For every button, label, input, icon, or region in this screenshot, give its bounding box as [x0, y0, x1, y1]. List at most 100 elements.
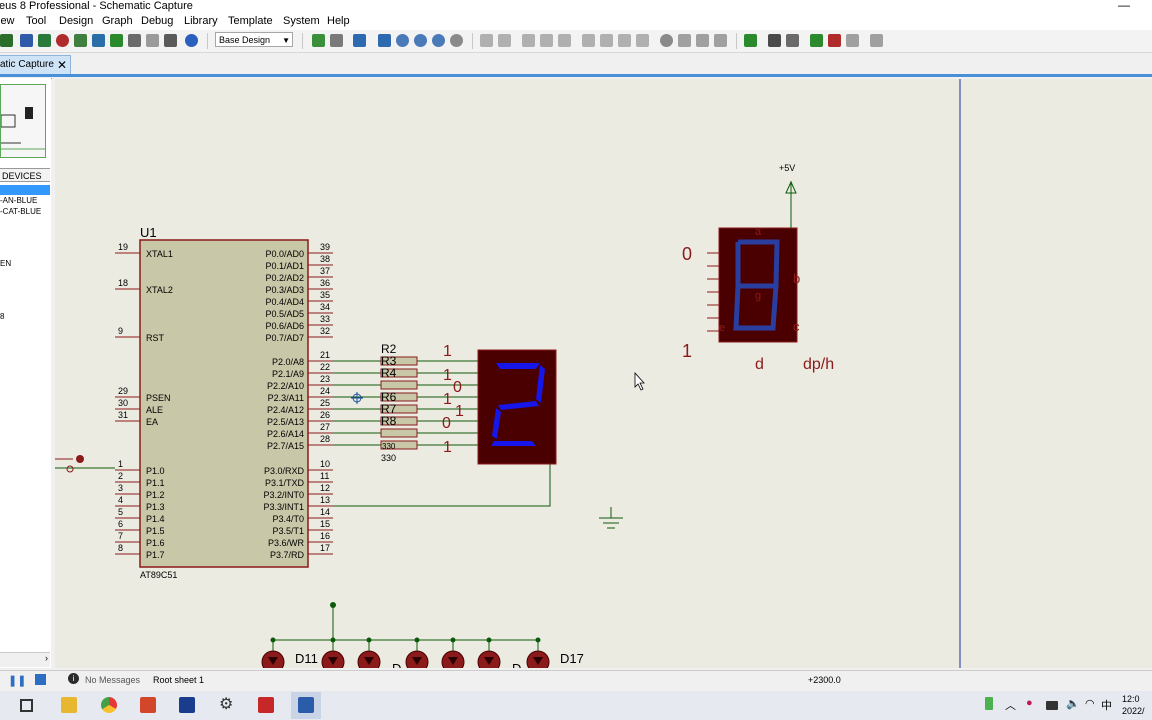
menu-system[interactable]: System — [283, 15, 320, 27]
block-delete-icon[interactable] — [636, 34, 649, 47]
u1-pin-name: P3.4/T0 — [272, 514, 304, 524]
chrome-icon[interactable] — [101, 697, 117, 713]
file-explorer-icon[interactable] — [61, 697, 77, 713]
zoom-area-icon[interactable] — [450, 34, 463, 47]
exit-to-parent-icon[interactable] — [846, 34, 859, 47]
menu-debug[interactable]: Debug — [141, 15, 173, 27]
junction-dot — [330, 637, 336, 643]
3d-icon[interactable] — [92, 34, 105, 47]
grid-icon[interactable] — [330, 34, 343, 47]
menu-graph[interactable]: Graph — [102, 15, 133, 27]
logic-probe[interactable] — [76, 455, 84, 463]
block-copy-icon[interactable] — [582, 34, 595, 47]
search-icon[interactable] — [768, 34, 781, 47]
device-item[interactable]: -AN-BLUE — [0, 196, 37, 205]
task-view-icon[interactable] — [20, 699, 33, 712]
schematic-icon[interactable] — [38, 34, 51, 47]
volume-icon[interactable]: 🔈 — [1066, 697, 1082, 713]
open-icon[interactable] — [0, 34, 13, 47]
tray-battery-icon[interactable] — [1046, 701, 1058, 710]
u1-pin-number: 28 — [320, 434, 330, 444]
gerber-icon[interactable] — [110, 34, 123, 47]
sheet-status[interactable]: Root sheet 1 — [153, 675, 204, 685]
schematic-drawing: U1 AT89C51 19XTAL118XTAL29RST29PSEN30ALE… — [55, 79, 961, 668]
design-combo[interactable]: Base Design ▼ — [215, 32, 293, 47]
logic-state-small: 0 — [682, 244, 692, 264]
block-rotate-icon[interactable] — [618, 34, 631, 47]
netlist-icon[interactable] — [870, 34, 883, 47]
u1-pin-name: P0.5/AD5 — [265, 309, 304, 319]
settings-icon[interactable]: ⚙ — [219, 697, 235, 713]
overview-window[interactable] — [0, 84, 46, 158]
wire-autorouter-icon[interactable] — [744, 34, 757, 47]
chevron-right-icon[interactable]: › — [45, 653, 48, 663]
u1-pin-number: 4 — [118, 495, 123, 505]
clock[interactable]: 12:0 2022/ — [1122, 693, 1152, 717]
packaging-icon[interactable] — [696, 34, 709, 47]
app-tray-icon[interactable]: ● — [1026, 697, 1042, 713]
device-item[interactable]: EN — [0, 259, 11, 268]
resistor[interactable] — [380, 428, 418, 438]
menu-help[interactable]: Help — [327, 15, 350, 27]
keil-icon[interactable] — [179, 697, 195, 713]
device-item[interactable]: 8 — [0, 312, 4, 321]
mouse-cursor-icon — [634, 371, 645, 391]
pcb-icon[interactable] — [56, 34, 69, 47]
resistor[interactable] — [380, 380, 418, 390]
decompose-icon[interactable] — [714, 34, 727, 47]
redo-icon[interactable] — [498, 34, 511, 47]
help-icon[interactable] — [185, 34, 198, 47]
remove-sheet-icon[interactable] — [828, 34, 841, 47]
property-assignment-icon[interactable] — [786, 34, 799, 47]
tab-schematic-capture[interactable]: atic Capture ✕ — [0, 55, 71, 75]
u1-pin-name: PSEN — [146, 393, 171, 403]
minimize-button[interactable]: — — [1118, 0, 1130, 12]
bom-icon[interactable] — [128, 34, 141, 47]
ground-icon[interactable] — [599, 507, 623, 529]
copy-icon[interactable] — [540, 34, 553, 47]
design-explorer-icon[interactable] — [146, 34, 159, 47]
left-panel: DEVICES -AN-BLUE -CAT-BLUE EN 8 › — [0, 78, 52, 668]
cut-icon[interactable] — [522, 34, 535, 47]
stop-icon[interactable] — [35, 674, 46, 685]
home-icon[interactable] — [20, 34, 33, 47]
u1-pin-name: P0.3/AD3 — [265, 285, 304, 295]
refresh-icon[interactable] — [312, 34, 325, 47]
new-sheet-icon[interactable] — [810, 34, 823, 47]
zoom-in-icon[interactable] — [396, 34, 409, 47]
menu-library[interactable]: Library — [184, 15, 218, 27]
close-icon[interactable]: ✕ — [57, 56, 67, 74]
origin-icon[interactable] — [353, 34, 366, 47]
device-item[interactable]: -CAT-BLUE — [0, 207, 41, 216]
pdf-icon[interactable] — [258, 697, 274, 713]
back-icon[interactable] — [74, 34, 87, 47]
paste-icon[interactable] — [558, 34, 571, 47]
pause-icon[interactable]: ❚❚ — [8, 674, 26, 687]
make-device-icon[interactable] — [678, 34, 691, 47]
block-move-icon[interactable] — [600, 34, 613, 47]
proteus-icon[interactable] — [298, 697, 314, 713]
chevron-up-icon[interactable]: ︿ — [1005, 697, 1021, 713]
pick-device-icon[interactable] — [660, 34, 673, 47]
zoom-all-icon[interactable] — [432, 34, 445, 47]
wire-p33[interactable] — [333, 463, 551, 507]
info-icon: i — [68, 673, 79, 684]
junction-dot — [414, 637, 420, 643]
menu-view[interactable]: iew — [0, 15, 15, 27]
battery-icon[interactable] — [985, 697, 993, 710]
undo-icon[interactable] — [480, 34, 493, 47]
zoom-out-icon[interactable] — [414, 34, 427, 47]
menu-template[interactable]: Template — [228, 15, 273, 27]
device-selected[interactable] — [0, 185, 50, 195]
network-icon[interactable]: ◠ — [1085, 697, 1101, 713]
u1-pin-number: 14 — [320, 507, 330, 517]
messages-status[interactable]: No Messages — [85, 675, 140, 685]
notes-icon[interactable] — [164, 34, 177, 47]
schematic-canvas[interactable]: U1 AT89C51 19 XTAL1 18 XTAL2 9 RST 29 PSEN 30 ALE… — [55, 79, 1152, 668]
powerpoint-icon[interactable] — [140, 697, 156, 713]
menu-design[interactable]: Design — [59, 15, 93, 27]
menu-tool[interactable]: Tool — [26, 15, 46, 27]
ime-icon[interactable]: 中 — [1101, 697, 1117, 713]
pan-icon[interactable] — [378, 34, 391, 47]
device-scrollbar[interactable]: › — [0, 652, 50, 667]
